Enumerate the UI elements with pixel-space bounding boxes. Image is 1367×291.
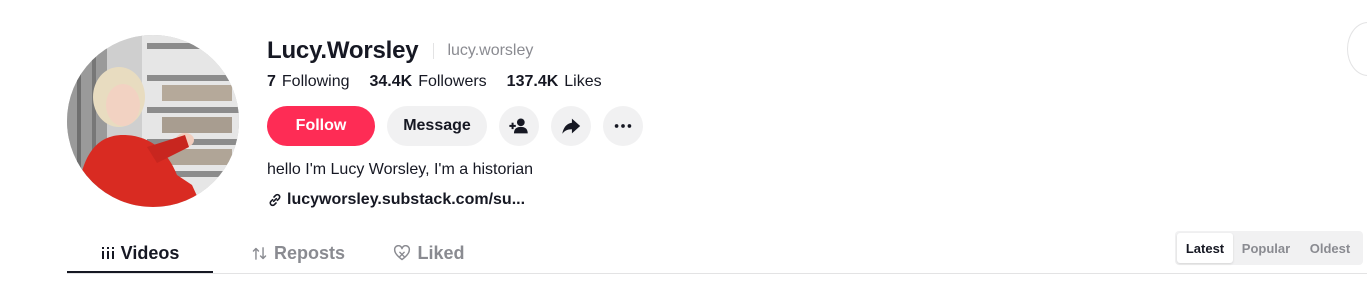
tabs-divider	[67, 273, 1367, 274]
link-icon	[269, 193, 281, 207]
grid-icon	[101, 247, 114, 259]
sort-toggle: Latest Popular Oldest	[1175, 231, 1363, 265]
followers-count: 34.4K	[369, 73, 413, 90]
likes-label: Likes	[564, 73, 602, 90]
repost-icon	[252, 246, 267, 260]
profile-bio: hello I'm Lucy Worsley, I'm a historian	[267, 161, 534, 178]
heart-icon	[394, 245, 411, 261]
profile-header: Lucy.Worsley lucy.worsley	[267, 36, 533, 66]
avatar-image	[67, 35, 239, 207]
message-button[interactable]: Message	[387, 106, 487, 146]
share-icon	[562, 118, 581, 134]
stat-following[interactable]: 7 Following	[267, 73, 350, 91]
followers-label: Followers	[418, 73, 487, 90]
name-separator	[433, 43, 435, 59]
stat-likes: 137.4K Likes	[507, 73, 602, 91]
following-count: 7	[267, 73, 276, 90]
edge-control[interactable]	[1347, 22, 1367, 76]
profile-link-text: lucyworsley.substack.com/su...	[287, 191, 526, 208]
add-friend-button[interactable]	[499, 106, 539, 146]
more-button[interactable]	[603, 106, 643, 146]
add-friend-icon	[509, 118, 528, 134]
profile-link[interactable]: lucyworsley.substack.com/su...	[267, 191, 525, 209]
tab-videos[interactable]: Videos	[67, 233, 213, 273]
sort-latest[interactable]: Latest	[1177, 233, 1233, 263]
tab-videos-label: Videos	[120, 242, 180, 263]
more-icon	[614, 124, 632, 128]
sort-oldest[interactable]: Oldest	[1299, 233, 1361, 263]
sort-popular[interactable]: Popular	[1233, 233, 1299, 263]
tab-liked-label: Liked	[417, 242, 465, 263]
profile-tabs: Videos Reposts Liked	[67, 233, 487, 273]
username: lucy.worsley	[447, 42, 534, 59]
stat-followers[interactable]: 34.4K Followers	[370, 73, 487, 91]
tab-reposts-label: Reposts	[273, 242, 345, 263]
following-label: Following	[281, 73, 350, 90]
tab-liked[interactable]: Liked	[371, 233, 487, 273]
follow-button[interactable]: Follow	[267, 106, 375, 146]
likes-count: 137.4K	[506, 73, 559, 90]
display-name: Lucy.Worsley	[267, 37, 419, 64]
profile-actions: Follow Message	[267, 106, 655, 146]
share-button[interactable]	[551, 106, 591, 146]
profile-stats: 7 Following 34.4K Followers 137.4K Likes	[267, 71, 622, 93]
tab-reposts[interactable]: Reposts	[225, 233, 371, 273]
avatar[interactable]	[67, 35, 239, 207]
